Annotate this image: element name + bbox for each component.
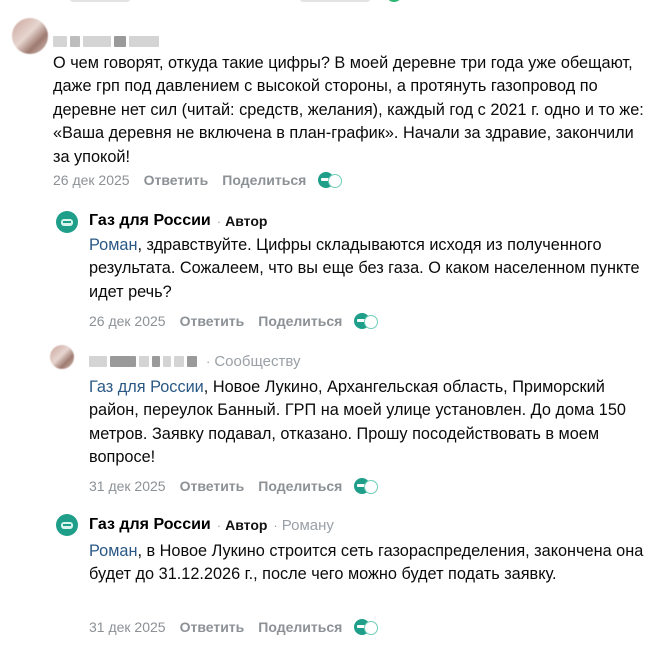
reply-button[interactable]: Ответить — [144, 172, 209, 188]
author-line: · Сообществу — [89, 353, 300, 370]
share-button[interactable]: Поделиться — [258, 313, 342, 329]
comment-date: 26 дек 2025 — [89, 313, 166, 329]
reaction-icon[interactable] — [354, 618, 380, 636]
comment-meta: 26 дек 2025 Ответить Поделиться — [53, 171, 344, 189]
gas-logo-icon[interactable] — [56, 514, 78, 536]
comment-meta: 26 дек 2025 Ответить Поделиться — [89, 312, 380, 330]
separator: · — [273, 517, 278, 533]
share-button[interactable]: Поделиться — [258, 478, 342, 494]
reaction-icon[interactable] — [318, 171, 344, 189]
blurred-author-name[interactable] — [53, 36, 162, 47]
author-tag: Автор — [225, 213, 268, 229]
comment-2: Газ для России · Автор Роман, здравствуй… — [0, 200, 668, 335]
mention-link[interactable]: Роман — [89, 236, 137, 254]
reply-button[interactable]: Ответить — [180, 478, 245, 494]
comment-3: · Сообществу Газ для России, Новое Лукин… — [0, 335, 668, 500]
author-name[interactable]: Газ для России — [89, 212, 211, 230]
reply-button[interactable]: Ответить — [180, 313, 245, 329]
author-name[interactable]: Газ для России — [89, 516, 211, 534]
reply-to-label[interactable]: Сообществу — [214, 353, 300, 370]
comment-date: 31 дек 2025 — [89, 619, 166, 635]
author-line: Газ для России · Автор · Роману — [89, 516, 334, 534]
comment-text: О чем говорят, откуда такие цифры? В мое… — [53, 54, 644, 166]
author-tag: Автор — [225, 517, 268, 533]
separator: · — [216, 517, 222, 533]
reaction-icon[interactable] — [354, 477, 380, 495]
reply-to-label[interactable]: Роману — [282, 517, 334, 534]
gas-logo-icon[interactable] — [56, 211, 78, 233]
separator: · — [216, 213, 222, 229]
comment-date: 31 дек 2025 — [89, 478, 166, 494]
comment-1: О чем говорят, откуда такие цифры? В мое… — [0, 0, 668, 200]
comment-text: Роман, в Новое Лукино строится сеть газо… — [89, 542, 644, 584]
share-button[interactable]: Поделиться — [222, 172, 306, 188]
reply-button[interactable]: Ответить — [180, 619, 245, 635]
author-line: Газ для России · Автор — [89, 212, 267, 230]
blurred-user-avatar[interactable] — [50, 345, 74, 369]
reaction-icon[interactable] — [354, 312, 380, 330]
share-button[interactable]: Поделиться — [258, 619, 342, 635]
separator: · — [206, 354, 211, 369]
comment-date: 26 дек 2025 — [53, 172, 130, 188]
mention-link[interactable]: Газ для России — [89, 378, 204, 396]
comment-meta: 31 дек 2025 Ответить Поделиться — [89, 618, 380, 636]
comment-text: Роман, здравствуйте. Цифры складываются … — [89, 236, 640, 301]
mention-link[interactable]: Роман — [89, 542, 137, 560]
blurred-user-avatar[interactable] — [12, 18, 48, 54]
comment-4: Газ для России · Автор · Роману Роман, в… — [0, 505, 668, 655]
comment-meta: 31 дек 2025 Ответить Поделиться — [89, 477, 380, 495]
comment-text: Газ для России, Новое Лукино, Архангельс… — [89, 378, 626, 467]
